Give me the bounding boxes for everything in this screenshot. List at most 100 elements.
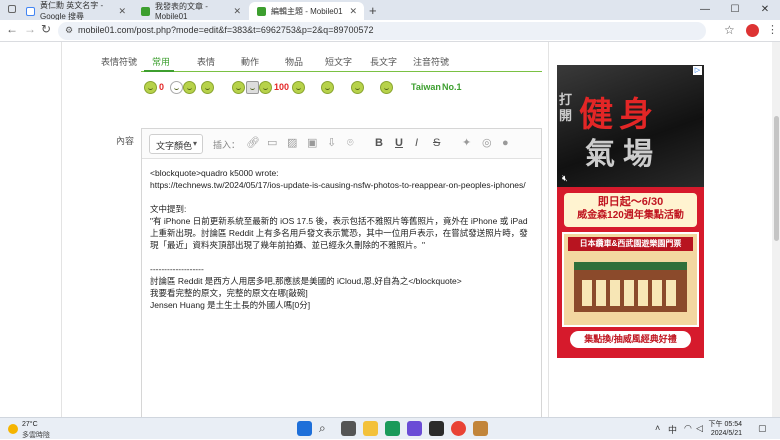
- emoji-text[interactable]: 100: [274, 82, 289, 92]
- chat-bubble-icon[interactable]: ●: [502, 137, 509, 149]
- tab-expressions[interactable]: 表情: [197, 55, 215, 68]
- new-tab-button[interactable]: +: [369, 3, 377, 18]
- emoji-icon[interactable]: [292, 81, 305, 94]
- ad-headline: 即日起～6/30: [597, 196, 664, 208]
- tab-strip: 黃仁勳 英文名字 - Google 搜尋 ✕ 我發表的文章 - Mobile01…: [0, 0, 780, 21]
- chevron-up-icon[interactable]: ˄: [655, 423, 660, 433]
- clock[interactable]: 下午 05:54 2024/5/21: [708, 420, 742, 438]
- tab-edit-topic[interactable]: 編輯主題 - Mobile01 ✕: [249, 2, 364, 20]
- tab-objects[interactable]: 物品: [285, 55, 303, 68]
- photo-icon[interactable]: ▣: [307, 137, 317, 149]
- bookmark-star-icon[interactable]: ☆: [724, 23, 735, 37]
- ad-char: 開: [559, 109, 573, 124]
- ad-promo[interactable]: 即日起～6/30 威金森120週年集點活動 日本纜車&西武園遊樂園門票 集點換/…: [557, 187, 704, 358]
- page-scrollbar[interactable]: [772, 42, 780, 417]
- divider: [61, 42, 62, 417]
- tab-common[interactable]: 常用: [152, 55, 170, 68]
- close-tab-icon[interactable]: ✕: [118, 6, 126, 17]
- emoji-icon[interactable]: [201, 81, 214, 94]
- tab-my-posts[interactable]: 我發表的文章 - Mobile01 ✕: [133, 2, 248, 21]
- wifi-icon[interactable]: ◠: [684, 423, 692, 434]
- post-body-textarea[interactable]: <blockquote>quadro k5000 wrote: https://…: [150, 167, 535, 311]
- start-icon[interactable]: [297, 421, 312, 436]
- emoji-icon[interactable]: [144, 81, 157, 94]
- emoji-icon[interactable]: [259, 81, 272, 94]
- tab-zhuyin[interactable]: 注音符號: [413, 55, 449, 68]
- map-pin-icon[interactable]: ⌾: [347, 137, 354, 149]
- editor-toolbar: 文字顏色 ▾ 插入： 🔗︎ ▭ ▨ ▣ ⇩ ⌾ B U I S ✦ ◎ ●: [142, 129, 541, 159]
- google-favicon-icon: [26, 6, 35, 16]
- content-line: 我要看完整的原文，完整的原文在哪[敲碗]: [150, 288, 308, 298]
- upload-icon[interactable]: ⇩: [327, 137, 336, 149]
- content-line: 文中提到:: [150, 204, 187, 214]
- forward-icon[interactable]: →: [24, 22, 36, 36]
- content-line: [150, 251, 535, 263]
- site-info-icon[interactable]: ⚙: [65, 25, 73, 36]
- strikethrough-icon[interactable]: S: [433, 137, 440, 149]
- content-line: Jensen Huang 是土生土長的外國人嗎[0分]: [150, 300, 311, 310]
- maximize-button[interactable]: ☐: [720, 0, 750, 20]
- volume-icon[interactable]: ◁: [696, 423, 703, 434]
- link-icon[interactable]: 🔗︎: [246, 137, 260, 149]
- notification-icon[interactable]: ▢: [758, 423, 767, 434]
- edge-icon[interactable]: [385, 421, 400, 436]
- tab-long-text[interactable]: 長文字: [370, 55, 397, 68]
- close-tab-icon[interactable]: ✕: [233, 6, 241, 17]
- search-icon[interactable]: ⌕: [319, 421, 334, 436]
- close-window-button[interactable]: ✕: [750, 0, 780, 20]
- emoji-icon[interactable]: [351, 81, 364, 94]
- ad-headline-box: 即日起～6/30 威金森120週年集點活動: [564, 193, 697, 227]
- app-icon[interactable]: [473, 421, 488, 436]
- mute-icon[interactable]: 🔇︎: [562, 173, 568, 184]
- profile-avatar[interactable]: [746, 24, 759, 37]
- task-view-icon[interactable]: [341, 421, 356, 436]
- emoji-icon[interactable]: [321, 81, 334, 94]
- tab-google-search[interactable]: 黃仁勳 英文名字 - Google 搜尋 ✕: [18, 1, 133, 21]
- emoji-text[interactable]: Taiwan: [411, 82, 441, 92]
- address-bar-row: ← → ↻ ⚙ mobile01.com/post.php?mode=edit&…: [0, 20, 780, 42]
- chrome-icon[interactable]: [451, 421, 466, 436]
- text-color-select[interactable]: 文字顏色 ▾: [149, 134, 203, 154]
- tab-actions[interactable]: 動作: [241, 55, 259, 68]
- ad-info-icon[interactable]: ▷: [693, 66, 702, 75]
- advertisement[interactable]: ▷ 打 開 健 身 氣 場 🔇︎ 即日起～6/30 威金森120週年集點活動 日…: [557, 65, 704, 358]
- italic-icon[interactable]: I: [415, 137, 418, 149]
- back-icon[interactable]: ←: [6, 22, 18, 36]
- tab-short-text[interactable]: 短文字: [325, 55, 352, 68]
- content-line: <blockquote>quadro k5000 wrote:: [150, 168, 279, 178]
- content-label: 內容: [116, 136, 135, 146]
- emoji-icon[interactable]: [232, 81, 245, 94]
- emoji-label: 表情符號: [101, 57, 138, 67]
- twitter-icon[interactable]: ✦: [462, 137, 471, 149]
- emoji-icon[interactable]: [170, 81, 183, 94]
- comment-icon[interactable]: ▭: [267, 137, 277, 149]
- tab-title: 黃仁勳 英文名字 - Google 搜尋: [40, 1, 104, 21]
- tab-search-icon[interactable]: [8, 5, 16, 13]
- ime-indicator[interactable]: 中: [668, 423, 677, 436]
- ad-video[interactable]: ▷ 打 開 健 身 氣 場 🔇︎: [557, 65, 704, 187]
- file-explorer-icon[interactable]: [363, 421, 378, 436]
- url-input[interactable]: ⚙ mobile01.com/post.php?mode=edit&f=383&…: [58, 22, 706, 40]
- emoji-icon[interactable]: [380, 81, 393, 94]
- emoji-text[interactable]: 0: [159, 82, 164, 92]
- scrollbar-thumb[interactable]: [774, 116, 779, 241]
- content-line: [150, 191, 535, 203]
- browser-menu-icon[interactable]: ⋮: [767, 23, 778, 36]
- copilot-icon[interactable]: [407, 421, 422, 436]
- minimize-button[interactable]: —: [690, 0, 720, 20]
- reload-icon[interactable]: ↻: [41, 22, 51, 36]
- image-icon[interactable]: ▨: [287, 137, 297, 149]
- emoji-icon[interactable]: [183, 81, 196, 94]
- instagram-icon[interactable]: ◎: [482, 137, 492, 149]
- content-line: 討論區 Reddit 是西方人用居多吧,那應該是美國的 iCloud,恩,好自為…: [150, 276, 462, 286]
- underline-icon[interactable]: U: [395, 137, 403, 149]
- emoji-icon[interactable]: [246, 81, 259, 94]
- taskbar: 27°C 多雲時陰 ⌕ ˄ 中 ◠ ◁ 下午 05:54 2024/5/21 ▢: [0, 417, 780, 439]
- ad-cta-button[interactable]: 集點換/抽威風經典好禮: [570, 331, 691, 348]
- emoji-text[interactable]: No.1: [442, 82, 462, 92]
- ad-banner: 日本纜車&西武園遊樂園門票: [568, 237, 693, 251]
- bold-icon[interactable]: B: [375, 137, 383, 149]
- app-icon[interactable]: [429, 421, 444, 436]
- clock-time: 下午 05:54: [708, 421, 742, 428]
- close-tab-icon[interactable]: ✕: [349, 6, 357, 17]
